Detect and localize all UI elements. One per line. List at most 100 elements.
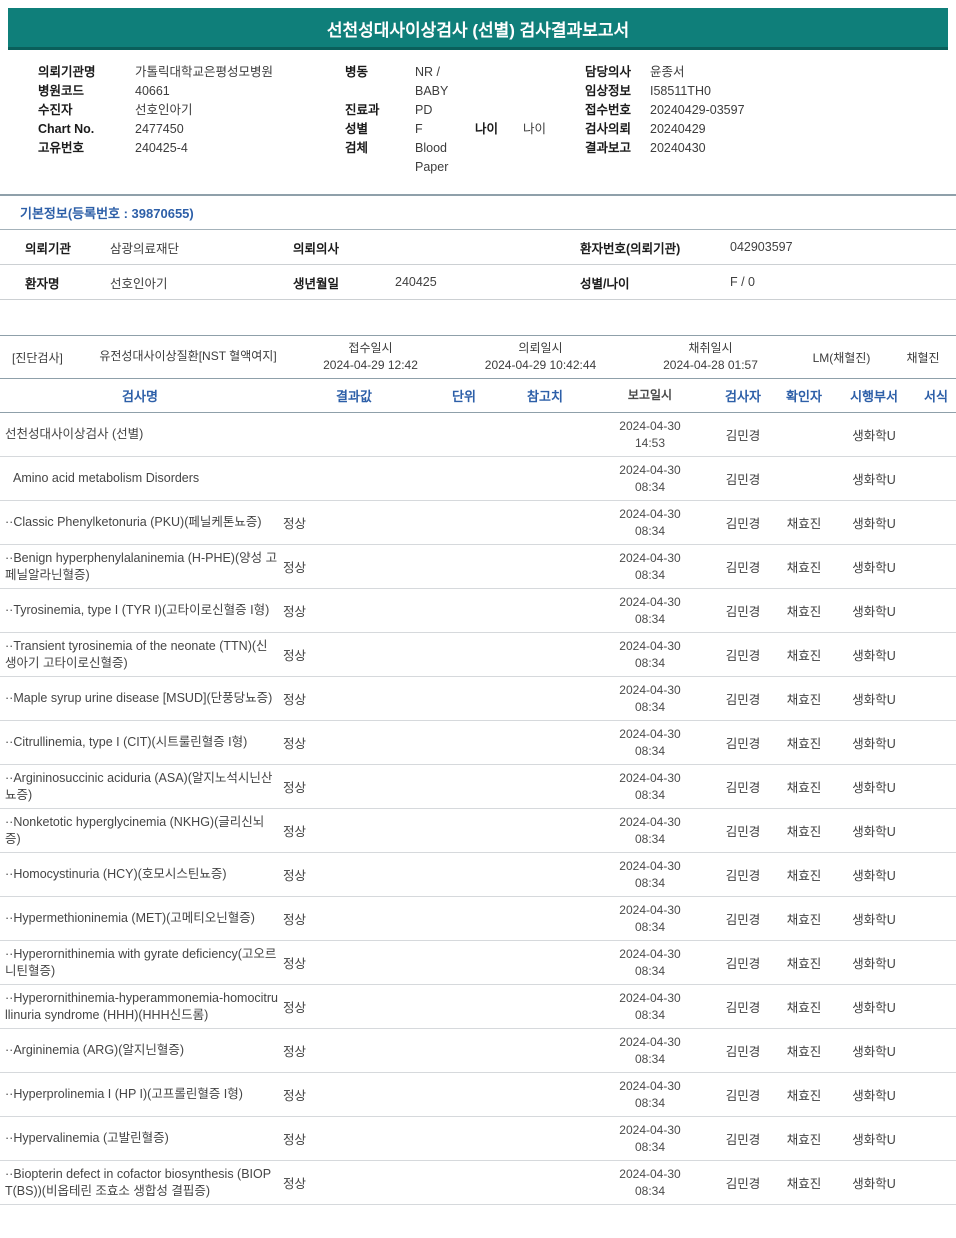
info-group-middle: 병동 NR / BABY 진료과 PD 성별 F 나이 나이 검체 Blood Paper bbox=[345, 63, 585, 177]
form bbox=[916, 433, 956, 437]
result-value: 정상 bbox=[283, 957, 307, 971]
tester-name: 김민경 bbox=[725, 1089, 761, 1103]
info-value: 20240429 bbox=[650, 122, 706, 136]
field-label: 성별/나이 bbox=[580, 276, 630, 291]
department: 생화학U bbox=[852, 1045, 896, 1059]
collection-datetime-label: 채취일시 bbox=[688, 340, 733, 355]
department: 생화학U bbox=[852, 737, 896, 751]
tester-name: 김민경 bbox=[725, 1177, 761, 1191]
reported-date: 2024-04-30 bbox=[619, 419, 681, 434]
info-row: 성별 F 나이 나이 bbox=[345, 120, 585, 139]
unit bbox=[428, 917, 500, 921]
reported-date: 2024-04-30 bbox=[619, 771, 681, 786]
tester-name: 김민경 bbox=[725, 429, 761, 443]
field-value: F / 0 bbox=[730, 275, 756, 289]
reported-time: 08:34 bbox=[634, 1007, 666, 1022]
tester-name: 김민경 bbox=[725, 1001, 761, 1015]
confirmer-name: 채효진 bbox=[786, 561, 822, 575]
tester-name: 김민경 bbox=[725, 693, 761, 707]
reference-range bbox=[500, 565, 590, 569]
column-header-reported-datetime: 보고일시 bbox=[627, 388, 673, 403]
column-header-form: 서식 bbox=[924, 389, 948, 404]
reported-datetime: 2024-04-30 08:34 bbox=[590, 1120, 710, 1156]
info-value: Blood Paper bbox=[415, 141, 449, 174]
result-value: 정상 bbox=[283, 869, 307, 883]
info-value: 가톨릭대학교은평성모병원 bbox=[135, 65, 274, 79]
result-row: ··Hyperornithinemia with gyrate deficien… bbox=[0, 941, 956, 985]
result-row: ··Hypervalinemia (고발린혈증) 정상 2024-04-30 08:3… bbox=[0, 1117, 956, 1161]
reported-datetime: 2024-04-30 14:53 bbox=[590, 416, 710, 452]
form bbox=[916, 1049, 956, 1053]
unit bbox=[428, 873, 500, 877]
reference-range bbox=[500, 829, 590, 833]
info-value: I58511TH0 bbox=[650, 84, 711, 98]
test-name: ··Maple syrup urine disease [MSUD](단풍당뇨증… bbox=[5, 691, 273, 706]
info-value: 240425-4 bbox=[135, 141, 188, 155]
result-value bbox=[280, 477, 428, 481]
reported-datetime: 2024-04-30 08:34 bbox=[590, 636, 710, 672]
result-value: 정상 bbox=[283, 1001, 307, 1015]
unit bbox=[428, 1093, 500, 1097]
tester-name: 김민경 bbox=[725, 825, 761, 839]
result-row: ··Nonketotic hyperglycinemia (NKHG)(글리신뇌… bbox=[0, 809, 956, 853]
confirmer-name: 채효진 bbox=[786, 1089, 822, 1103]
result-value: 정상 bbox=[283, 649, 307, 663]
column-header-test-name: 검사명 bbox=[122, 389, 158, 404]
info-label: 검체 bbox=[345, 141, 369, 155]
result-row: 선천성대사이상검사 (선별) 2024-04-30 14:53 김민경 생화학U bbox=[0, 413, 956, 457]
field-label: 의뢰기관 bbox=[25, 241, 72, 256]
result-row: ··Tyrosinemia, type I (TYR I)(고타이로신혈증 I형… bbox=[0, 589, 956, 633]
reference-range bbox=[500, 961, 590, 965]
form bbox=[916, 1137, 956, 1141]
info-row: 접수번호 20240429-03597 bbox=[585, 101, 956, 120]
reported-datetime: 2024-04-30 08:34 bbox=[590, 1164, 710, 1200]
department: 생화학U bbox=[852, 1001, 896, 1015]
reported-date: 2024-04-30 bbox=[619, 639, 681, 654]
specimen-row: [진단검사] 유전성대사이상질환[NST 혈액여지] 접수일시 2024-04-… bbox=[0, 335, 956, 379]
reported-date: 2024-04-30 bbox=[619, 1167, 681, 1182]
test-group-name: 유전성대사이상질환[NST 혈액여지] bbox=[99, 349, 277, 364]
field-value: 042903597 bbox=[730, 240, 793, 254]
column-header-reference-range: 참고치 bbox=[527, 389, 563, 404]
collector-code: LM(채혈진) bbox=[812, 350, 871, 365]
confirmer-name: 채효진 bbox=[786, 605, 822, 619]
field-label: 생년월일 bbox=[293, 276, 340, 291]
info-group-right: 담당의사 윤종서 임상정보 I58511TH0 접수번호 20240429-03597 검사… bbox=[585, 63, 956, 177]
form bbox=[916, 1005, 956, 1009]
field-label: 환자명 bbox=[25, 276, 60, 291]
report-title: 선천성대사이상검사 (선별) 검사결과보고서 bbox=[326, 21, 630, 40]
info-value: 20240430 bbox=[650, 141, 706, 155]
result-row: ··Benign hyperphenylalaninemia (H-PHE)(양… bbox=[0, 545, 956, 589]
reported-datetime: 2024-04-30 08:34 bbox=[590, 988, 710, 1024]
patient-info-header: 의뢰기관명 가톨릭대학교은평성모병원 병원코드 40661 수진자 선호인아기 Chart … bbox=[0, 50, 956, 187]
form bbox=[916, 741, 956, 745]
reported-date: 2024-04-30 bbox=[619, 947, 681, 962]
department: 생화학U bbox=[852, 649, 896, 663]
test-name: ··Hyperornithinemia with gyrate deficien… bbox=[5, 947, 277, 978]
info-row: 담당의사 윤종서 bbox=[585, 63, 956, 82]
test-name: ··Biopterin defect in cofactor biosynthe… bbox=[5, 1167, 272, 1198]
info-row: 검사의뢰 20240429 bbox=[585, 120, 956, 139]
info-row: 병동 NR / BABY bbox=[345, 63, 585, 101]
info-row: 임상정보 I58511TH0 bbox=[585, 82, 956, 101]
confirmer-name: 채효진 bbox=[786, 1133, 822, 1147]
info-label: 나이 bbox=[475, 122, 499, 136]
test-name: ··Homocystinuria (HCY)(호모시스틴뇨증) bbox=[5, 867, 227, 882]
info-value: NR / BABY bbox=[415, 65, 449, 98]
reported-datetime: 2024-04-30 08:34 bbox=[590, 592, 710, 628]
receipt-datetime-label: 접수일시 bbox=[348, 340, 393, 355]
info-row: 병원코드 40661 bbox=[38, 82, 345, 101]
reported-time: 08:34 bbox=[634, 655, 666, 670]
exam-type-tag: [진단검사] bbox=[12, 350, 63, 365]
form bbox=[916, 653, 956, 657]
reported-datetime: 2024-04-30 08:34 bbox=[590, 900, 710, 936]
result-row: ··Citrullinemia, type I (CIT)(시트룰린혈증 I형)… bbox=[0, 721, 956, 765]
test-name: ··Hyperornithinemia-hyperammonemia-homoc… bbox=[5, 991, 279, 1022]
department: 생화학U bbox=[852, 1133, 896, 1147]
unit bbox=[428, 697, 500, 701]
results-table-header: 검사명 결과값 단위 참고치 보고일시 검사자 확인자 시행부서 서식 bbox=[0, 379, 956, 413]
tester-name: 김민경 bbox=[725, 605, 761, 619]
reported-time: 08:34 bbox=[634, 831, 666, 846]
test-name: ··Nonketotic hyperglycinemia (NKHG)(글리신뇌… bbox=[5, 815, 265, 846]
tester-name: 김민경 bbox=[725, 517, 761, 531]
